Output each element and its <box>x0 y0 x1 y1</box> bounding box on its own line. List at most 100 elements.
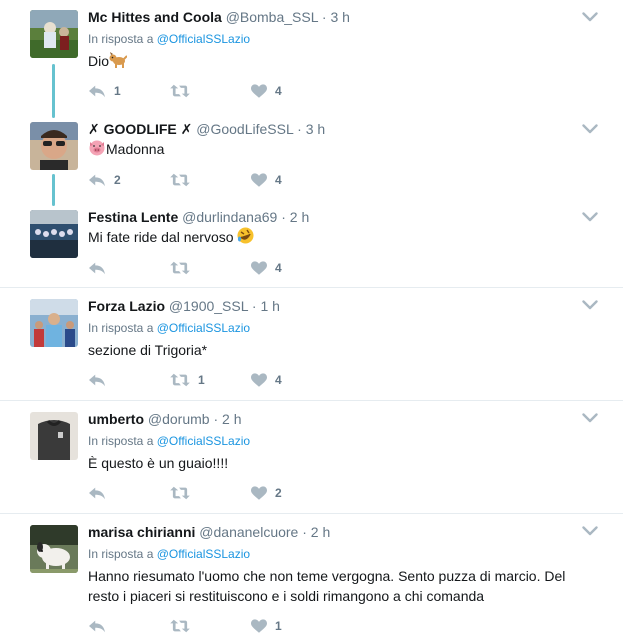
retweet-button[interactable]: 1 <box>170 371 205 389</box>
avatar[interactable] <box>30 10 78 58</box>
timestamp[interactable]: 2 h <box>290 209 309 225</box>
tweet[interactable]: Festina Lente @durlindana69 · 2 h Mi fat… <box>0 200 623 288</box>
reply-button[interactable] <box>88 484 114 502</box>
like-button[interactable]: 4 <box>251 82 282 100</box>
reply-count: 1 <box>114 84 121 98</box>
avatar[interactable] <box>30 210 78 258</box>
display-name[interactable]: marisa chirianni <box>88 524 195 540</box>
tweet[interactable]: marisa chirianni @dananelcuore · 2 h In … <box>0 514 623 640</box>
like-button[interactable]: 2 <box>251 484 282 502</box>
heart-icon <box>251 619 267 634</box>
tweet[interactable]: ✗ GOODLIFE ✗ @GoodLifeSSL · 3 h Madonna … <box>0 112 623 200</box>
tweet-header: umberto @dorumb · 2 h <box>88 410 242 428</box>
chevron-down-icon[interactable] <box>582 12 598 22</box>
retweet-button[interactable] <box>170 171 198 189</box>
display-name[interactable]: Forza Lazio <box>88 298 165 314</box>
reply-icon <box>88 83 106 99</box>
tweet-header: marisa chirianni @dananelcuore · 2 h <box>88 523 330 541</box>
avatar[interactable] <box>30 299 78 347</box>
reply-button[interactable] <box>88 617 114 635</box>
tweet-text-content: Mi fate ride dal nervoso <box>88 229 234 245</box>
avatar[interactable] <box>30 122 78 170</box>
tweet-actions: 1 4 <box>88 82 348 100</box>
reply-prefix: In risposta a <box>88 434 154 448</box>
reply-to-link[interactable]: @OfficialSSLazio <box>157 434 250 448</box>
reply-button[interactable]: 1 <box>88 82 121 100</box>
display-name[interactable]: ✗ GOODLIFE ✗ <box>88 121 192 137</box>
timestamp[interactable]: 2 h <box>222 411 241 427</box>
user-handle[interactable]: @Bomba_SSL <box>226 9 318 25</box>
tweet-text-content: Madonna <box>106 141 165 157</box>
display-name[interactable]: Mc Hittes and Coola <box>88 9 222 25</box>
retweet-icon <box>170 618 190 634</box>
like-count: 4 <box>275 261 282 275</box>
reply-to-link[interactable]: @OfficialSSLazio <box>157 32 250 46</box>
tweet-actions: 1 4 <box>88 371 348 389</box>
tweet[interactable]: Mc Hittes and Coola @Bomba_SSL · 3 h In … <box>0 0 623 112</box>
separator-dot: · <box>297 121 302 137</box>
retweet-button[interactable] <box>170 259 198 277</box>
tweet[interactable]: Forza Lazio @1900_SSL · 1 h In risposta … <box>0 288 623 401</box>
heart-icon <box>251 84 267 99</box>
retweet-icon <box>170 260 190 276</box>
reply-prefix: In risposta a <box>88 321 154 335</box>
reply-button[interactable]: 2 <box>88 171 121 189</box>
avatar[interactable] <box>30 412 78 460</box>
retweet-button[interactable] <box>170 484 198 502</box>
user-handle[interactable]: @dorumb <box>148 411 210 427</box>
reply-context: In risposta a @OfficialSSLazio <box>88 31 250 47</box>
chevron-down-icon[interactable] <box>582 300 598 310</box>
timestamp[interactable]: 3 h <box>306 121 325 137</box>
reply-button[interactable] <box>88 371 114 389</box>
retweet-button[interactable] <box>170 82 198 100</box>
display-name[interactable]: umberto <box>88 411 144 427</box>
heart-icon <box>251 261 267 276</box>
like-count: 4 <box>275 84 282 98</box>
retweet-icon <box>170 372 190 388</box>
like-button[interactable]: 4 <box>251 259 282 277</box>
reply-icon <box>88 618 106 634</box>
reply-count: 2 <box>114 173 121 187</box>
timestamp[interactable]: 3 h <box>330 9 349 25</box>
like-button[interactable]: 4 <box>251 371 282 389</box>
user-handle[interactable]: @GoodLifeSSL <box>196 121 293 137</box>
tweet[interactable]: umberto @dorumb · 2 h In risposta a @Off… <box>0 401 623 514</box>
tweet-text-line: resto i piaceri si restituiscono e i sol… <box>88 588 485 604</box>
tweet-header: Forza Lazio @1900_SSL · 1 h <box>88 297 280 315</box>
tweet-text-line: Hanno riesumato l'uomo che non teme verg… <box>88 568 566 584</box>
chevron-down-icon[interactable] <box>582 212 598 222</box>
tweet-text: Hanno riesumato l'uomo che non teme verg… <box>88 566 598 606</box>
retweet-icon <box>170 485 190 501</box>
like-button[interactable]: 4 <box>251 171 282 189</box>
retweet-button[interactable] <box>170 617 198 635</box>
timestamp[interactable]: 1 h <box>260 298 279 314</box>
retweet-icon <box>170 83 190 99</box>
user-handle[interactable]: @durlindana69 <box>182 209 277 225</box>
chevron-down-icon[interactable] <box>582 526 598 536</box>
user-handle[interactable]: @dananelcuore <box>199 524 298 540</box>
avatar[interactable] <box>30 525 78 573</box>
tweet-header: Festina Lente @durlindana69 · 2 h <box>88 208 309 226</box>
like-count: 1 <box>275 619 282 633</box>
reply-prefix: In risposta a <box>88 32 154 46</box>
chevron-down-icon[interactable] <box>582 124 598 134</box>
reply-to-link[interactable]: @OfficialSSLazio <box>157 321 250 335</box>
user-handle[interactable]: @1900_SSL <box>169 298 248 314</box>
tweet-text: Mi fate ride dal nervoso <box>88 227 588 249</box>
reply-button[interactable] <box>88 259 114 277</box>
reply-icon <box>88 485 106 501</box>
tweet-text: Dio <box>88 51 588 73</box>
tweet-text: Madonna <box>88 139 588 161</box>
like-button[interactable]: 1 <box>251 617 282 635</box>
tweet-text-content: È questo è un guaio!!!! <box>88 455 229 471</box>
chevron-down-icon[interactable] <box>582 413 598 423</box>
timestamp[interactable]: 2 h <box>311 524 330 540</box>
reply-context: In risposta a @OfficialSSLazio <box>88 546 250 562</box>
reply-icon <box>88 372 106 388</box>
reply-icon <box>88 172 106 188</box>
tweet-header: ✗ GOODLIFE ✗ @GoodLifeSSL · 3 h <box>88 120 325 138</box>
separator-dot: · <box>251 298 257 314</box>
display-name[interactable]: Festina Lente <box>88 209 178 225</box>
reply-to-link[interactable]: @OfficialSSLazio <box>157 547 250 561</box>
reply-icon <box>88 260 106 276</box>
